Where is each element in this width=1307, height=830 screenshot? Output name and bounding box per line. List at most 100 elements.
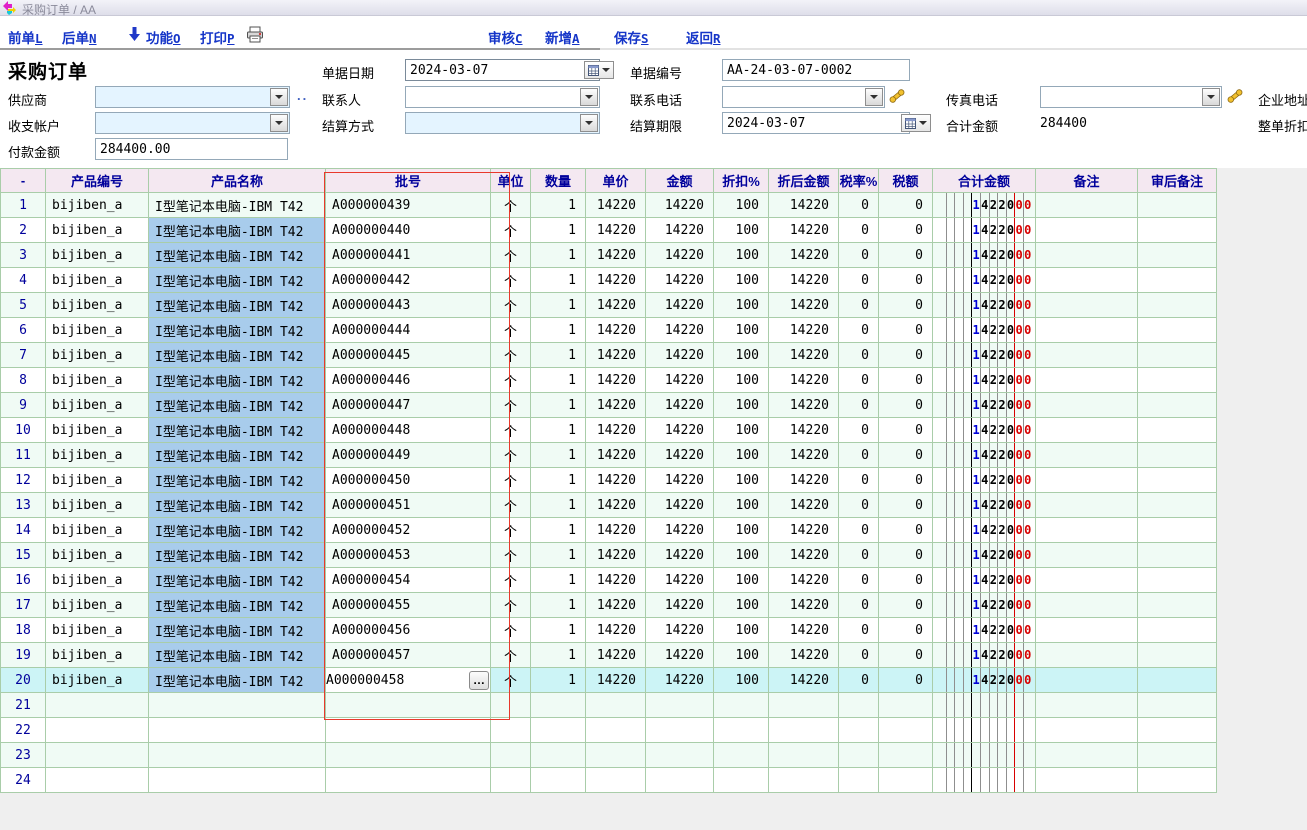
fax-phone-combobox[interactable] <box>1040 86 1222 108</box>
grid-cell-discounted[interactable]: 14220 <box>769 618 839 643</box>
grid-cell-price[interactable]: 14220 <box>586 318 646 343</box>
grid-cell-remark[interactable] <box>1036 543 1138 568</box>
grid-cell-discount[interactable]: 100 <box>714 568 769 593</box>
grid-cell-discounted[interactable]: 14220 <box>769 593 839 618</box>
grid-cell-code[interactable]: bijiben_a <box>46 593 149 618</box>
next-doc-button[interactable]: 后单N <box>62 27 97 47</box>
grid-cell-discount[interactable]: 100 <box>714 268 769 293</box>
grid-cell-name[interactable]: I型笔记本电脑-IBM T42 <box>149 318 326 343</box>
grid-cell-audit_remark[interactable] <box>1138 643 1217 668</box>
grid-cell-amount[interactable] <box>646 743 714 768</box>
grid-cell-num[interactable]: 17 <box>1 593 46 618</box>
audit-button[interactable]: 审核C <box>488 27 523 47</box>
grid-cell-tax[interactable]: 0 <box>879 418 933 443</box>
grid-cell-price[interactable]: 14220 <box>586 268 646 293</box>
grid-cell-num[interactable]: 20 <box>1 668 46 693</box>
grid-cell-tax[interactable]: 0 <box>879 293 933 318</box>
print-button[interactable]: 打印P <box>200 27 235 47</box>
grid-cell-price[interactable]: 14220 <box>586 393 646 418</box>
grid-cell-amount[interactable]: 14220 <box>646 418 714 443</box>
grid-cell-ledger[interactable] <box>933 693 1036 718</box>
grid-cell-discount[interactable] <box>714 743 769 768</box>
grid-cell-ledger[interactable]: 1422000 <box>933 543 1036 568</box>
grid-cell-discount[interactable]: 100 <box>714 443 769 468</box>
grid-cell-num[interactable]: 19 <box>1 643 46 668</box>
grid-cell-num[interactable]: 8 <box>1 368 46 393</box>
grid-cell-ledger[interactable]: 1422000 <box>933 218 1036 243</box>
grid-cell-name[interactable] <box>149 743 326 768</box>
grid-cell-unit[interactable] <box>491 693 531 718</box>
grid-cell-discount[interactable]: 100 <box>714 468 769 493</box>
grid-cell-remark[interactable] <box>1036 443 1138 468</box>
grid-cell-unit[interactable]: 个 <box>491 268 531 293</box>
doc-date-input[interactable] <box>406 60 583 80</box>
grid-cell-ledger[interactable]: 1422000 <box>933 468 1036 493</box>
grid-cell-unit[interactable]: 个 <box>491 243 531 268</box>
grid-cell-name[interactable]: I型笔记本电脑-IBM T42 <box>149 393 326 418</box>
grid-cell-tax_rate[interactable]: 0 <box>839 193 879 218</box>
grid-cell-unit[interactable]: 个 <box>491 593 531 618</box>
grid-cell-tax_rate[interactable] <box>839 693 879 718</box>
grid-cell-unit[interactable]: 个 <box>491 618 531 643</box>
grid-cell-qty[interactable] <box>531 768 586 793</box>
grid-cell-tax[interactable] <box>879 768 933 793</box>
grid-cell-discount[interactable]: 100 <box>714 493 769 518</box>
grid-cell-remark[interactable] <box>1036 743 1138 768</box>
grid-cell-price[interactable]: 14220 <box>586 618 646 643</box>
grid-cell-num[interactable]: 7 <box>1 343 46 368</box>
grid-cell-ledger[interactable]: 1422000 <box>933 668 1036 693</box>
grid-cell-code[interactable] <box>46 768 149 793</box>
grid-cell-discounted[interactable]: 14220 <box>769 418 839 443</box>
doc-date-picker-button[interactable] <box>584 61 614 79</box>
grid-cell-qty[interactable]: 1 <box>531 268 586 293</box>
grid-cell-amount[interactable]: 14220 <box>646 293 714 318</box>
grid-cell-price[interactable]: 14220 <box>586 493 646 518</box>
grid-cell-remark[interactable] <box>1036 218 1138 243</box>
grid-cell-ledger[interactable] <box>933 743 1036 768</box>
grid-cell-amount[interactable] <box>646 693 714 718</box>
grid-cell-tax[interactable]: 0 <box>879 543 933 568</box>
grid-cell-discount[interactable]: 100 <box>714 643 769 668</box>
grid-cell-num[interactable]: 6 <box>1 318 46 343</box>
grid-cell-price[interactable]: 14220 <box>586 643 646 668</box>
grid-cell-name[interactable]: I型笔记本电脑-IBM T42 <box>149 193 326 218</box>
grid-cell-discounted[interactable]: 14220 <box>769 493 839 518</box>
grid-cell-unit[interactable]: 个 <box>491 418 531 443</box>
grid-cell-qty[interactable]: 1 <box>531 543 586 568</box>
grid-cell-unit[interactable]: 个 <box>491 443 531 468</box>
grid-cell-code[interactable]: bijiben_a <box>46 668 149 693</box>
grid-cell-price[interactable]: 14220 <box>586 593 646 618</box>
grid-cell-code[interactable] <box>46 693 149 718</box>
grid-cell-audit_remark[interactable] <box>1138 543 1217 568</box>
grid-cell-name[interactable] <box>149 768 326 793</box>
grid-cell-name[interactable]: I型笔记本电脑-IBM T42 <box>149 218 326 243</box>
settle-method-combobox[interactable] <box>405 112 600 134</box>
grid-cell-name[interactable]: I型笔记本电脑-IBM T42 <box>149 418 326 443</box>
supplier-browse-button[interactable]: .. <box>297 88 308 103</box>
grid-cell-unit[interactable]: 个 <box>491 518 531 543</box>
grid-cell-audit_remark[interactable] <box>1138 193 1217 218</box>
grid-cell-name[interactable]: I型笔记本电脑-IBM T42 <box>149 568 326 593</box>
grid-cell-batch[interactable]: A000000446 <box>326 368 491 393</box>
settle-term-field[interactable] <box>722 112 910 134</box>
grid-cell-num[interactable]: 2 <box>1 218 46 243</box>
grid-cell-tax_rate[interactable]: 0 <box>839 418 879 443</box>
batch-editbox[interactable]: A000000458… <box>326 668 491 692</box>
new-button[interactable]: 新增A <box>545 27 580 47</box>
grid-cell-batch[interactable]: A000000442 <box>326 268 491 293</box>
grid-cell-amount[interactable]: 14220 <box>646 593 714 618</box>
phone-icon[interactable] <box>888 87 906 105</box>
grid-cell-batch[interactable]: A000000449 <box>326 443 491 468</box>
grid-cell-discounted[interactable] <box>769 718 839 743</box>
grid-cell-batch[interactable]: A000000441 <box>326 243 491 268</box>
grid-cell-discount[interactable] <box>714 693 769 718</box>
grid-cell-amount[interactable]: 14220 <box>646 518 714 543</box>
grid-cell-discount[interactable]: 100 <box>714 668 769 693</box>
grid-cell-qty[interactable]: 1 <box>531 318 586 343</box>
grid-cell-remark[interactable] <box>1036 193 1138 218</box>
grid-cell-discount[interactable] <box>714 718 769 743</box>
grid-cell-ledger[interactable]: 1422000 <box>933 418 1036 443</box>
grid-cell-tax[interactable]: 0 <box>879 268 933 293</box>
grid-cell-code[interactable]: bijiben_a <box>46 568 149 593</box>
contact-phone-combobox[interactable] <box>722 86 885 108</box>
